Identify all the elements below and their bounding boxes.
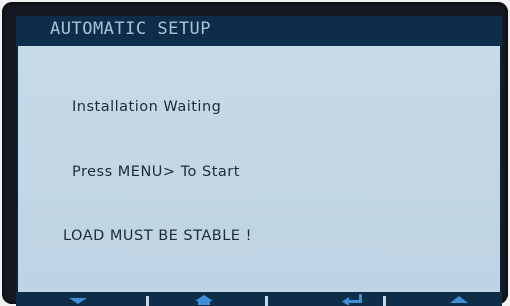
enter-icon — [342, 294, 362, 305]
message-area: Installation Waiting Press MENU> To Star… — [18, 46, 500, 292]
instruction-message: Press MENU> To Start — [72, 164, 240, 180]
arrow-up-icon — [450, 296, 468, 303]
arrow-down-icon — [69, 298, 87, 304]
screen-title: AUTOMATIC SETUP — [50, 19, 212, 39]
softkey-bar — [16, 292, 502, 306]
status-message: Installation Waiting — [72, 99, 222, 115]
enter-button[interactable] — [313, 292, 393, 306]
home-button[interactable] — [164, 292, 244, 306]
up-button[interactable] — [419, 292, 499, 306]
home-icon — [195, 295, 213, 305]
softkey-divider — [383, 296, 386, 306]
title-bar: AUTOMATIC SETUP — [16, 16, 502, 46]
warning-message: LOAD MUST BE STABLE ! — [63, 228, 252, 244]
softkey-divider — [265, 296, 268, 306]
lcd-screen: AUTOMATIC SETUP Installation Waiting Pre… — [16, 16, 502, 306]
down-button[interactable] — [38, 292, 118, 306]
device-bezel: AUTOMATIC SETUP Installation Waiting Pre… — [2, 2, 508, 306]
softkey-divider — [146, 296, 149, 306]
